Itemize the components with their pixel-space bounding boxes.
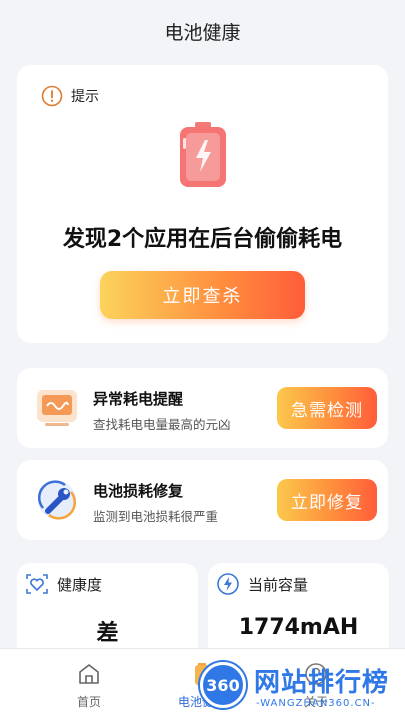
- heart-frame-icon: [26, 574, 48, 594]
- home-icon: [79, 664, 99, 684]
- wrench-repair-icon: [37, 480, 77, 520]
- page-title: 电池健康: [164, 22, 241, 44]
- alert-card: 提示 发现2个应用在后台偷偷耗电 立即查杀: [17, 65, 388, 343]
- feature-title: 异常耗电提醒: [93, 390, 184, 408]
- feature-subtitle: 监测到电池损耗很严重: [93, 509, 219, 524]
- bolt-circle-icon: [217, 573, 239, 595]
- tip-row: 提示: [41, 85, 99, 107]
- battery-repair-card[interactable]: 电池损耗修复 监测到电池损耗很严重 立即修复: [17, 460, 388, 540]
- feature-title: 电池损耗修复: [93, 482, 184, 500]
- kill-now-button[interactable]: 立即查杀: [100, 271, 305, 319]
- watermark-badge: 360: [200, 662, 246, 708]
- abnormal-drain-card[interactable]: 异常耗电提醒 查找耗电电量最高的元凶 急需检测: [17, 368, 388, 448]
- tip-label: 提示: [71, 89, 99, 105]
- battery-warning-icon: [180, 122, 226, 187]
- monitor-wave-icon: [37, 390, 77, 426]
- nav-item-home[interactable]: 首页: [59, 661, 119, 710]
- detect-now-button[interactable]: 急需检测: [277, 387, 377, 429]
- exclamation-circle-icon: [41, 85, 63, 107]
- alert-headline: 发现2个应用在后台偷偷耗电: [62, 227, 343, 252]
- stat-label: 健康度: [57, 576, 103, 594]
- nav-label: 首页: [76, 695, 101, 709]
- stat-value: 1774mAH: [238, 615, 359, 640]
- watermark-text: 网站排行榜: [254, 668, 390, 698]
- stat-value: 差: [96, 621, 119, 646]
- watermark-subtext: -WANGZHAN360.CN-: [256, 698, 376, 709]
- feature-subtitle: 查找耗电电量最高的元凶: [93, 417, 231, 432]
- stat-label: 当前容量: [248, 576, 309, 594]
- repair-now-button[interactable]: 立即修复: [277, 479, 377, 521]
- watermark: 360 网站排行榜 -WANGZHAN360.CN-: [200, 660, 405, 720]
